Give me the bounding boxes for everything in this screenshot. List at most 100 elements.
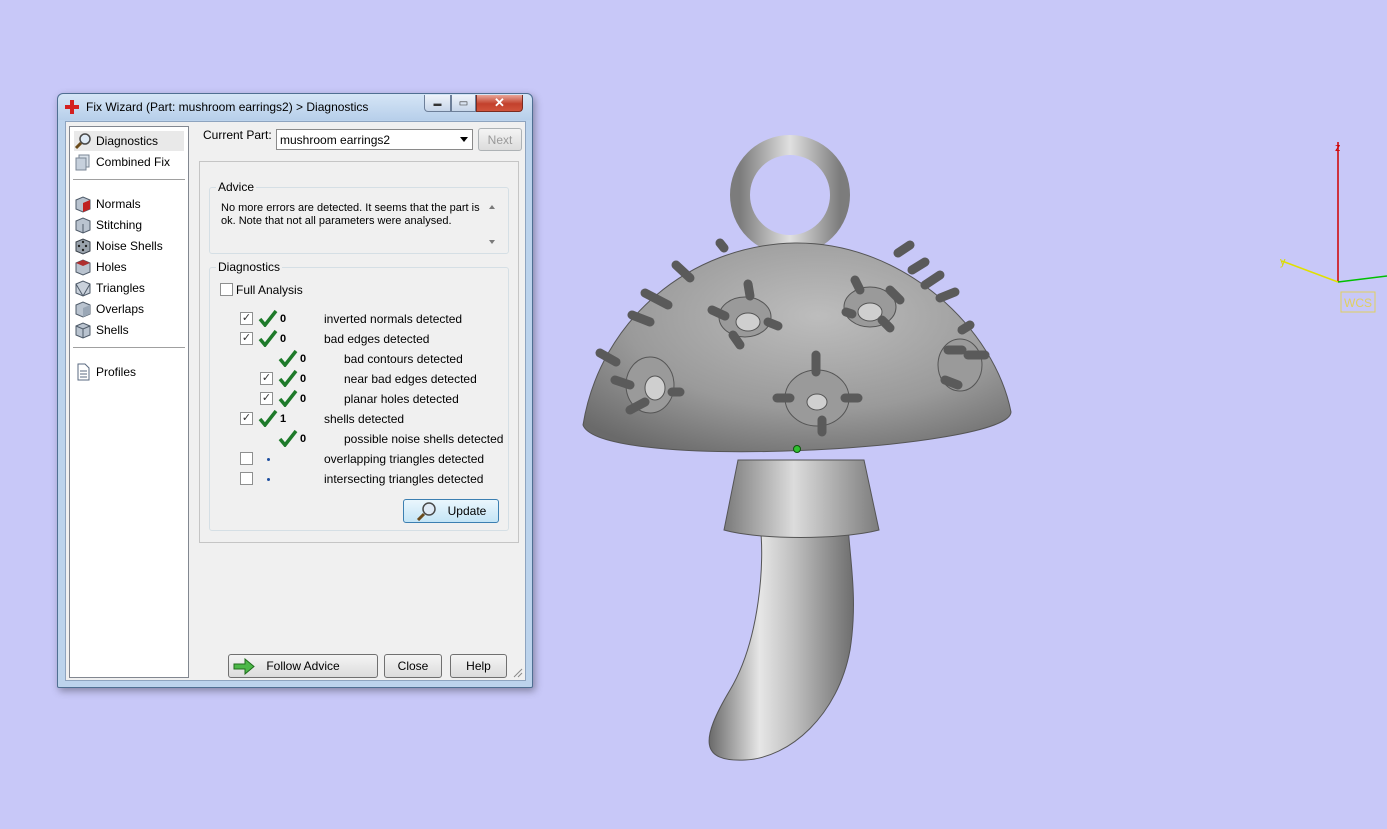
- green-arrow-icon: [233, 658, 255, 675]
- cube-overlap-icon: [75, 301, 91, 318]
- diag-label: inverted normals detected: [324, 312, 463, 326]
- maximize-icon: ▭: [458, 97, 469, 109]
- diag-label: shells detected: [324, 412, 405, 426]
- diag-count: 0: [280, 333, 287, 345]
- mushroom-loop: [730, 135, 850, 255]
- document-icon: [77, 363, 90, 381]
- nav-item-overlaps[interactable]: Overlaps: [74, 299, 144, 319]
- green-check-icon: [258, 309, 278, 327]
- nav-item-label: Combined Fix: [96, 155, 171, 169]
- mushroom-neck: [723, 459, 880, 538]
- green-check-icon: [258, 329, 278, 347]
- follow-advice-label: Follow Advice: [266, 659, 340, 673]
- stack-icon: [75, 154, 90, 171]
- diagnostics-title: Diagnostics: [216, 260, 283, 274]
- close-button[interactable]: Close: [384, 654, 442, 678]
- advice-title: Advice: [216, 180, 257, 194]
- green-check-icon: [278, 369, 298, 387]
- nav-divider: [73, 179, 185, 180]
- scroll-up-icon[interactable]: [489, 205, 495, 209]
- wcs-label: WCS: [1344, 296, 1372, 310]
- update-button-label: Update: [447, 504, 487, 518]
- current-part-value: mushroom earrings2: [280, 133, 391, 147]
- diag-count: 1: [280, 413, 287, 425]
- nav-item-label: Triangles: [96, 281, 145, 295]
- diag-label: bad edges detected: [324, 332, 430, 346]
- diag-count: 0: [280, 313, 287, 325]
- green-check-icon: [278, 429, 298, 447]
- diag-count: 0: [300, 433, 307, 445]
- advice-text: No more errors are detected. It seems th…: [221, 202, 480, 227]
- row-checkbox[interactable]: ✓: [260, 392, 273, 405]
- checkbox-check-icon: ✓: [261, 392, 272, 404]
- scroll-down-icon[interactable]: [489, 240, 495, 244]
- maximize-button[interactable]: ▭: [451, 95, 476, 112]
- nav-item-holes[interactable]: Holes: [74, 257, 127, 277]
- x-axis: [1337, 275, 1387, 283]
- fix-wizard-window: Fix Wizard (Part: mushroom earrings2) > …: [57, 93, 533, 688]
- nav-item-label: Noise Shells: [96, 239, 163, 253]
- advice-group: Advice No more errors are detected. It s…: [209, 180, 509, 254]
- y-axis-label: y: [1280, 256, 1286, 268]
- row-checkbox[interactable]: [240, 472, 253, 485]
- diag-count: 0: [300, 393, 307, 405]
- diag-label: planar holes detected: [344, 392, 459, 406]
- magnifier-icon: [74, 133, 91, 150]
- window-client: Diagnostics Combined Fix Normals Stitchi…: [65, 121, 526, 681]
- resize-grip-icon[interactable]: [513, 668, 523, 678]
- wizard-nav: Diagnostics Combined Fix Normals Stitchi…: [69, 126, 189, 678]
- current-part-select[interactable]: mushroom earrings2: [276, 129, 473, 150]
- diag-label: near bad edges detected: [344, 372, 477, 386]
- cube-holes-icon: [75, 259, 91, 276]
- red-cross-icon: [65, 100, 79, 114]
- pending-dot-icon: [267, 458, 270, 461]
- nav-item-label: Holes: [96, 260, 127, 274]
- green-check-icon: [278, 349, 298, 367]
- nav-item-stitching[interactable]: Stitching: [74, 215, 142, 235]
- update-button[interactable]: Update: [403, 499, 499, 523]
- help-button-label: Help: [466, 659, 491, 673]
- diag-label: intersecting triangles detected: [324, 472, 484, 486]
- nav-item-diagnostics[interactable]: Diagnostics: [74, 131, 184, 151]
- full-analysis-checkbox[interactable]: [220, 283, 233, 296]
- close-icon: ✕: [494, 95, 505, 110]
- nav-item-label: Profiles: [96, 365, 137, 379]
- nav-item-label: Overlaps: [96, 302, 145, 316]
- full-analysis-label: Full Analysis: [236, 283, 303, 297]
- close-window-button[interactable]: ✕: [476, 95, 523, 112]
- diagnostics-panel: Advice No more errors are detected. It s…: [199, 161, 519, 543]
- nav-item-shells[interactable]: Shells: [74, 320, 129, 340]
- nav-item-triangles[interactable]: Triangles: [74, 278, 145, 298]
- title-bar[interactable]: Fix Wizard (Part: mushroom earrings2) > …: [58, 94, 532, 120]
- diag-label: possible noise shells detected: [344, 432, 504, 446]
- next-button[interactable]: Next: [478, 128, 522, 151]
- green-check-icon: [278, 389, 298, 407]
- diag-count: 0: [300, 373, 307, 385]
- row-checkbox[interactable]: ✓: [240, 412, 253, 425]
- row-checkbox[interactable]: ✓: [260, 372, 273, 385]
- row-checkbox[interactable]: ✓: [240, 332, 253, 345]
- nav-item-label: Shells: [96, 323, 129, 337]
- nav-item-label: Normals: [96, 197, 141, 211]
- follow-advice-button[interactable]: Follow Advice: [228, 654, 378, 678]
- cube-normals-icon: [75, 196, 91, 213]
- nav-item-noise-shells[interactable]: Noise Shells: [74, 236, 163, 256]
- diag-count: 0: [300, 353, 307, 365]
- cube-stitch-icon: [75, 217, 91, 234]
- advice-scrollbar[interactable]: [486, 202, 500, 247]
- minimize-icon: ▬: [433, 98, 442, 108]
- nav-item-normals[interactable]: Normals: [74, 194, 141, 214]
- help-button[interactable]: Help: [450, 654, 507, 678]
- pending-dot-icon: [267, 478, 270, 481]
- nav-divider: [73, 347, 185, 348]
- minimize-button[interactable]: ▬: [424, 95, 451, 112]
- nav-item-combined-fix[interactable]: Combined Fix: [74, 152, 170, 172]
- row-checkbox[interactable]: ✓: [240, 312, 253, 325]
- green-check-icon: [258, 409, 278, 427]
- checkbox-check-icon: ✓: [241, 332, 252, 344]
- dice-icon: [75, 238, 91, 255]
- cube-shells-icon: [75, 322, 91, 339]
- checkbox-check-icon: ✓: [261, 372, 272, 384]
- row-checkbox[interactable]: [240, 452, 253, 465]
- nav-item-profiles[interactable]: Profiles: [74, 362, 136, 382]
